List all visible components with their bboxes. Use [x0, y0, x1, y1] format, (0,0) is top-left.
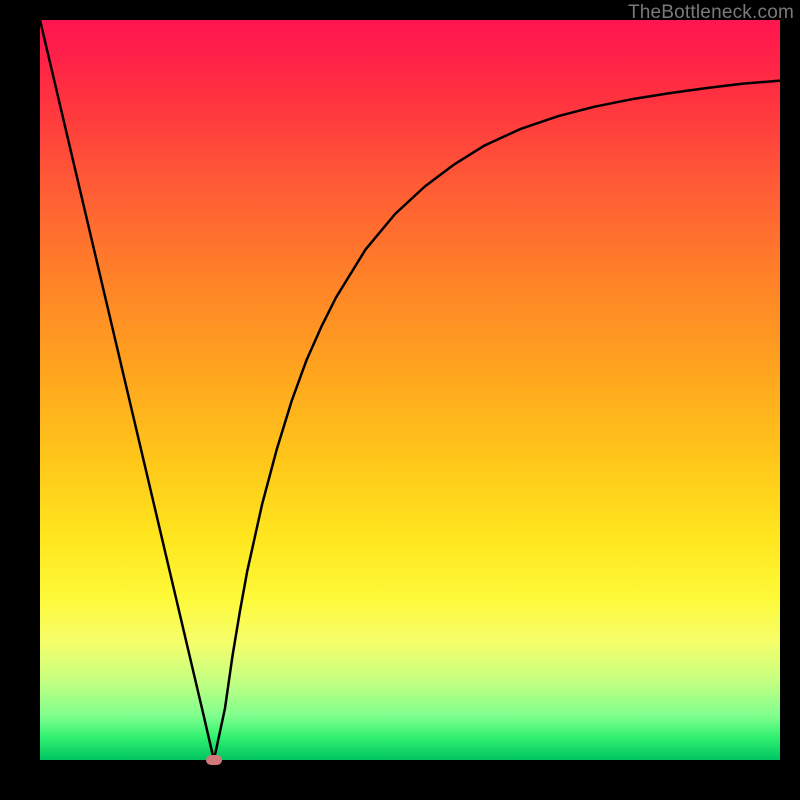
bottleneck-curve: [40, 20, 780, 760]
curve-svg: [40, 20, 780, 760]
attribution-label: TheBottleneck.com: [628, 2, 794, 24]
chart-frame: TheBottleneck.com: [0, 0, 800, 800]
minimum-marker: [206, 755, 222, 765]
plot-area: [40, 20, 780, 760]
